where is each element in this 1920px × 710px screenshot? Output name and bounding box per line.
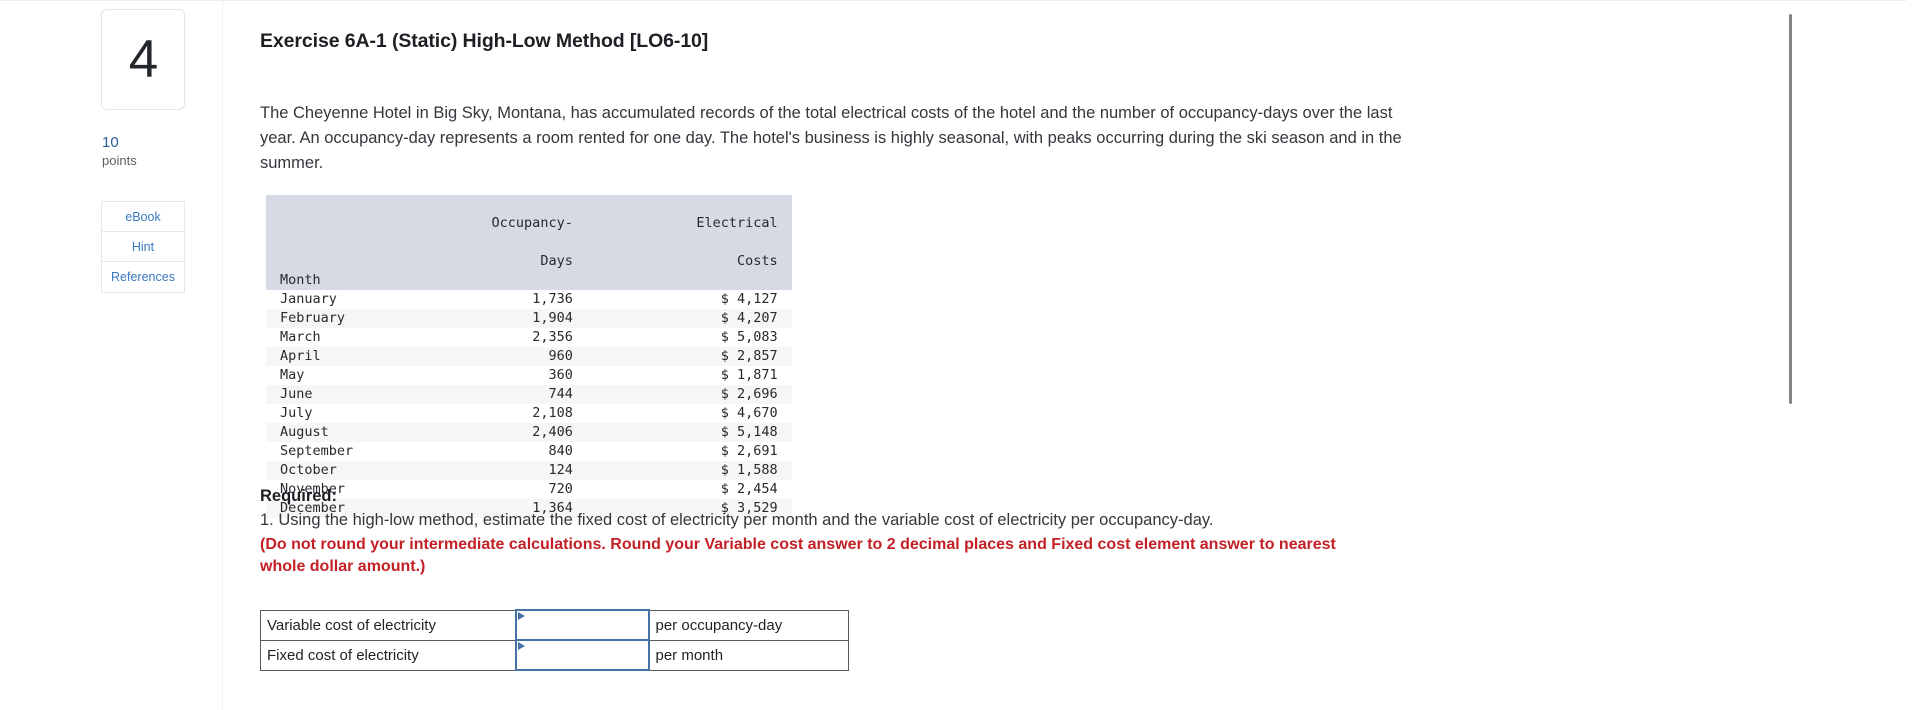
table-row: September 840 $ 2,691 (266, 442, 792, 461)
question-body-text: The Cheyenne Hotel in Big Sky, Montana, … (260, 104, 1402, 172)
ebook-button[interactable]: eBook (102, 202, 184, 232)
question-number: 4 (128, 30, 159, 89)
variable-cost-input-cell[interactable] (514, 609, 650, 641)
table-row: October 124 $ 1,588 (266, 461, 792, 480)
cell-cost: $ 1,588 (720, 462, 778, 478)
cell-cost: $ 5,148 (720, 424, 778, 440)
cell-cost: $ 5,083 (720, 329, 778, 345)
question-number-box: 4 (101, 9, 185, 110)
table-row: April 960 $ 2,857 (266, 347, 792, 366)
required-item-1: 1. Using the high-low method, estimate t… (260, 511, 1214, 529)
scrollbar-thumb[interactable] (1789, 14, 1792, 404)
cell-cost: $ 2,691 (720, 443, 778, 459)
answer-units-variable-cost: per occupancy-day (648, 609, 849, 641)
cell-cost: $ 2,696 (720, 386, 778, 402)
cell-days: 840 (548, 443, 573, 459)
answer-label-fixed-cost: Fixed cost of electricity (260, 639, 516, 671)
answer-units-fixed-cost: per month (648, 639, 849, 671)
variable-cost-input[interactable] (516, 611, 648, 639)
table-row: August 2,406 $ 5,148 (266, 423, 792, 442)
cell-cost: $ 4,670 (720, 405, 778, 421)
rail-button-group: eBook Hint References (101, 201, 185, 293)
table-body: January 1,736 $ 4,127 February 1,904 $ 4… (266, 290, 792, 518)
header-occupancy-days-line1: Occupancy- (491, 215, 573, 231)
header-occupancy-days: Occupancy- Days (384, 195, 589, 290)
table-row: November 720 $ 2,454 (266, 480, 792, 499)
cell-month: August (280, 424, 329, 440)
cell-month: April (280, 348, 321, 364)
required-heading: Required: (260, 487, 338, 505)
header-electrical-costs: Electrical Costs (589, 195, 792, 290)
cell-days: 2,108 (532, 405, 573, 421)
table-header-row: Month Occupancy- Days Electrical Costs (266, 195, 792, 290)
answer-row-variable-cost: Variable cost of electricity per occupan… (260, 609, 849, 641)
cell-month: March (280, 329, 321, 345)
cell-days: 2,356 (532, 329, 573, 345)
cell-month: January (280, 291, 337, 307)
cell-days: 124 (548, 462, 573, 478)
cell-month: September (280, 443, 354, 459)
cell-cost: $ 4,207 (720, 310, 778, 326)
cell-cost: $ 2,857 (720, 348, 778, 364)
table-row: May 360 $ 1,871 (266, 366, 792, 385)
cell-days: 720 (548, 481, 573, 497)
top-divider (0, 0, 1920, 1)
hint-button[interactable]: Hint (102, 232, 184, 262)
question-page: 4 10 points eBook Hint References Exerci… (0, 0, 1920, 710)
question-title: Exercise 6A-1 (Static) High-Low Method [… (260, 30, 709, 52)
cell-cost: $ 4,127 (720, 291, 778, 307)
header-electrical-costs-line1: Electrical (696, 215, 778, 231)
cell-cost: $ 2,454 (720, 481, 778, 497)
occupancy-cost-table: Month Occupancy- Days Electrical Costs J… (266, 195, 792, 518)
cell-month: June (280, 386, 313, 402)
cell-month: February (280, 310, 346, 326)
answer-label-variable-cost: Variable cost of electricity (260, 609, 516, 641)
points-value: 10 (102, 134, 119, 151)
points-label: points (102, 153, 137, 168)
table-row: February 1,904 $ 4,207 (266, 309, 792, 328)
rail-content-divider (222, 0, 223, 710)
cell-days: 360 (548, 367, 573, 383)
fixed-cost-input-cell[interactable] (514, 639, 650, 671)
rounding-instructions: (Do not round your intermediate calculat… (260, 536, 1336, 575)
table-row: July 2,108 $ 4,670 (266, 404, 792, 423)
cell-month: October (280, 462, 337, 478)
header-month: Month (280, 272, 321, 288)
cell-cost: $ 1,871 (720, 367, 778, 383)
table-head: Month Occupancy- Days Electrical Costs (266, 195, 792, 290)
header-electrical-costs-line2: Costs (737, 253, 778, 269)
cell-days: 1,736 (532, 291, 573, 307)
answer-row-fixed-cost: Fixed cost of electricity per month (260, 639, 849, 671)
table-row: January 1,736 $ 4,127 (266, 290, 792, 309)
table-row: June 744 $ 2,696 (266, 385, 792, 404)
cell-month: July (280, 405, 313, 421)
table-row: March 2,356 $ 5,083 (266, 328, 792, 347)
answer-entry-table: Variable cost of electricity per occupan… (260, 609, 849, 671)
references-button[interactable]: References (102, 262, 184, 292)
cell-days: 744 (548, 386, 573, 402)
cell-days: 1,904 (532, 310, 573, 326)
cell-days: 2,406 (532, 424, 573, 440)
cell-month: May (280, 367, 305, 383)
answer-table-body: Variable cost of electricity per occupan… (260, 609, 849, 671)
question-rail: 4 10 points eBook Hint References (101, 0, 228, 710)
fixed-cost-input[interactable] (516, 641, 648, 669)
scrollbar-track[interactable] (1906, 0, 1920, 710)
cell-days: 960 (548, 348, 573, 364)
header-occupancy-days-line2: Days (540, 253, 573, 269)
